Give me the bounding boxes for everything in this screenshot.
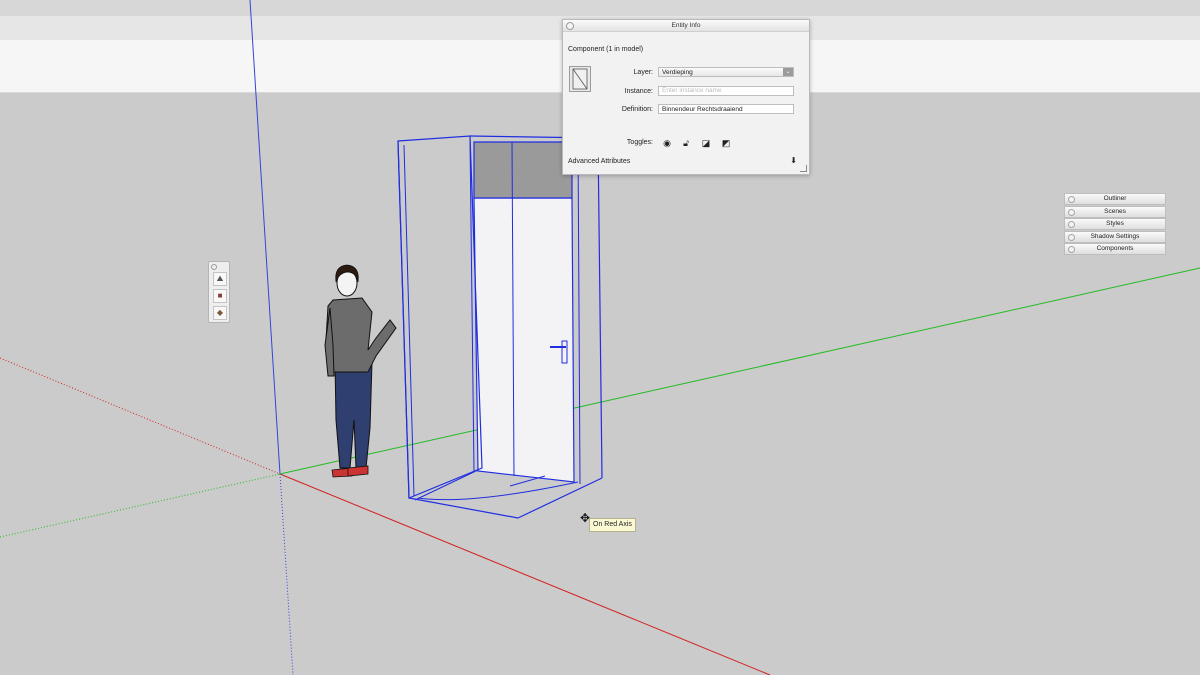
component-header: Component (1 in model) xyxy=(568,46,644,53)
transom-window xyxy=(473,141,573,199)
panel-title-bar[interactable]: Entity Info xyxy=(563,20,809,32)
swing-line xyxy=(509,475,546,487)
bbox-edge-4 xyxy=(408,497,519,519)
close-icon[interactable] xyxy=(1068,196,1075,203)
tray-item-components[interactable]: Components xyxy=(1064,243,1166,255)
inference-tooltip: On Red Axis xyxy=(589,518,636,532)
blue-axis xyxy=(249,0,281,475)
layer-value: Verdieping xyxy=(662,69,693,76)
close-icon[interactable] xyxy=(1068,246,1075,253)
red-axis-dotted xyxy=(0,357,281,475)
door-leaf xyxy=(473,197,575,483)
chevron-down-icon: ⌄ xyxy=(783,68,793,76)
expand-icon[interactable]: ⬇ xyxy=(790,156,797,165)
red-axis xyxy=(279,473,771,675)
close-icon[interactable] xyxy=(1068,233,1075,241)
floating-toolbar: ⛰ ■ ◆ xyxy=(208,261,230,323)
close-icon[interactable] xyxy=(1068,208,1075,216)
receive-shadows-icon[interactable]: ◩ xyxy=(721,138,731,148)
lock-icon[interactable]: 🔓︎ xyxy=(681,138,691,148)
instance-label: Instance: xyxy=(624,88,653,95)
instance-input[interactable] xyxy=(658,86,794,96)
door-handle-plate xyxy=(561,340,568,364)
resize-handle[interactable] xyxy=(800,165,807,172)
definition-label: Definition: xyxy=(621,106,653,113)
bbox-edge-7 xyxy=(403,144,415,497)
entity-info-panel: Entity Info Component (1 in model) Layer… xyxy=(562,19,810,175)
definition-input[interactable]: Binnendeur Rechtsdraaiend xyxy=(658,104,794,114)
default-tray: Outliner Scenes Styles Shadow Settings C… xyxy=(1064,193,1166,256)
green-axis xyxy=(279,267,1200,475)
person-torso xyxy=(325,297,397,375)
layer-label: Layer: xyxy=(633,69,653,76)
tray-item-scenes[interactable]: Scenes xyxy=(1064,205,1166,218)
tray-item-styles[interactable]: Styles xyxy=(1064,218,1166,230)
component-icon[interactable]: ■ xyxy=(213,289,227,303)
tray-item-label: Components xyxy=(1096,245,1134,252)
close-icon[interactable] xyxy=(1068,221,1075,228)
tray-item-outliner[interactable]: Outliner xyxy=(1064,193,1166,205)
tray-item-label: Styles xyxy=(1106,220,1124,227)
person-figure[interactable] xyxy=(324,264,397,478)
green-axis-dotted xyxy=(0,473,281,538)
person-shoe-right xyxy=(347,465,369,477)
bbox-edge-1 xyxy=(397,140,410,499)
panel-title: Entity Info xyxy=(671,22,701,29)
person-legs xyxy=(334,361,373,469)
tray-item-label: Scenes xyxy=(1104,207,1126,215)
eye-icon[interactable]: ◉ xyxy=(662,138,672,148)
bbox-edge-3 xyxy=(597,137,603,479)
toggles-label: Toggles: xyxy=(626,139,653,146)
advanced-attributes-label[interactable]: Advanced Attributes xyxy=(568,158,630,165)
door-component[interactable] xyxy=(397,135,603,519)
material-icon[interactable]: ◆ xyxy=(213,306,227,320)
layer-select[interactable]: Verdieping ⌄ xyxy=(658,67,794,77)
frame-inner-right xyxy=(577,139,581,485)
cast-shadows-icon[interactable]: ◪ xyxy=(701,138,711,148)
tray-item-label: Outliner xyxy=(1103,195,1127,202)
bbox-edge-6 xyxy=(414,469,479,501)
walk-icon[interactable]: ⛰ xyxy=(213,272,227,286)
tray-item-label: Shadow Settings xyxy=(1090,232,1140,240)
close-icon[interactable] xyxy=(211,264,217,270)
close-icon[interactable] xyxy=(566,22,574,30)
blue-axis-dotted xyxy=(279,473,294,675)
bbox-front-left xyxy=(397,135,483,499)
tray-item-shadow-settings[interactable]: Shadow Settings xyxy=(1064,230,1166,243)
